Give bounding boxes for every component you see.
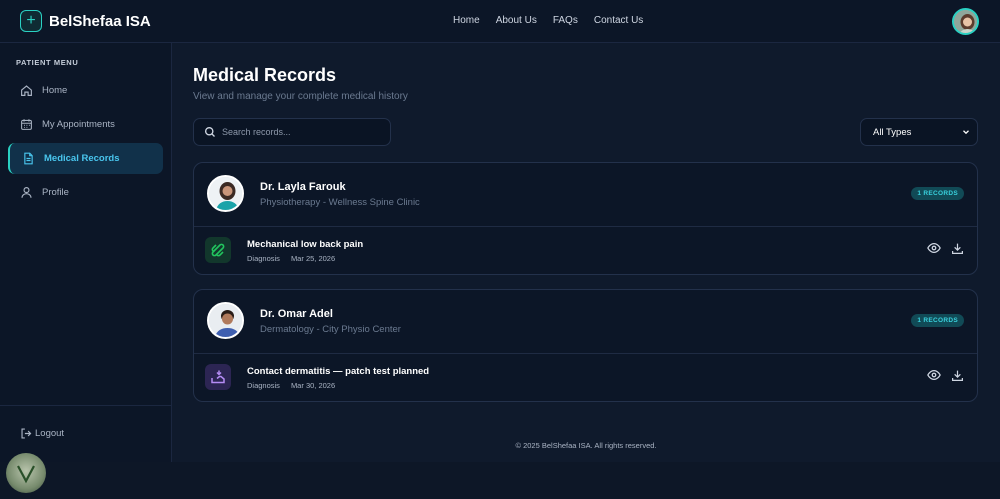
search-box — [193, 118, 391, 146]
record-meta: Diagnosis Mar 30, 2026 — [247, 381, 335, 390]
doctor-record-card: Dr. Omar Adel Dermatology - City Physio … — [193, 289, 978, 402]
page-title: Medical Records — [193, 65, 337, 85]
filter-value: All Types — [873, 126, 912, 138]
nav-home[interactable]: Home — [453, 15, 480, 26]
sidebar-item-medical-records[interactable]: Medical Records — [8, 143, 163, 174]
logout-label: Logout — [35, 428, 65, 439]
sidebar-title: PATIENT MENU — [16, 58, 79, 67]
records-count-badge: 1 RECORDS — [911, 314, 964, 327]
doctor-name: Dr. Layla Farouk — [260, 181, 346, 193]
record-type-filter[interactable]: All Types — [860, 118, 978, 146]
nav-contact-us[interactable]: Contact Us — [594, 15, 643, 26]
logout-button[interactable]: Logout — [20, 427, 64, 440]
sidebar-item-label: Home — [42, 85, 68, 96]
doctor-specialty: Dermatology - City Physio Center — [260, 324, 401, 335]
document-icon — [24, 152, 33, 165]
sidebar: PATIENT MENU Home My Appointments Medica… — [0, 43, 172, 462]
calendar-icon — [21, 119, 32, 130]
record-title[interactable]: Mechanical low back pain — [247, 239, 363, 250]
sidebar-item-profile[interactable]: Profile — [8, 177, 163, 208]
main-nav: Home About Us FAQs Contact Us — [453, 15, 643, 26]
record-date: Mar 25, 2026 — [290, 254, 336, 263]
sidebar-divider — [0, 405, 171, 406]
logout-icon — [21, 428, 32, 439]
doctor-specialty: Physiotherapy - Wellness Spine Clinic — [260, 197, 420, 208]
record-actions — [927, 368, 964, 382]
user-icon — [21, 187, 32, 198]
record-date: Mar 30, 2026 — [290, 381, 336, 390]
eye-icon[interactable] — [927, 241, 941, 255]
record-actions — [927, 241, 964, 255]
record-title[interactable]: Contact dermatitis — patch test planned — [247, 366, 429, 377]
records-count-badge: 1 RECORDS — [911, 187, 964, 200]
brand[interactable]: + BelShefaa ISA — [20, 10, 151, 32]
sidebar-item-home[interactable]: Home — [8, 75, 163, 106]
sidebar-item-label: My Appointments — [42, 119, 115, 130]
doctor-name: Dr. Omar Adel — [260, 308, 333, 320]
record-meta: Diagnosis Mar 25, 2026 — [247, 254, 335, 263]
download-icon[interactable] — [950, 368, 964, 382]
footer-copyright: © 2025 BelShefaa ISA. All rights reserve… — [515, 441, 657, 450]
record-type: Diagnosis — [247, 254, 280, 263]
sidebar-item-label: Medical Records — [44, 153, 120, 164]
chevron-down-icon — [963, 130, 969, 135]
sidebar-item-label: Profile — [42, 187, 69, 198]
doctor-avatar — [207, 302, 244, 339]
sidebar-item-appointments[interactable]: My Appointments — [8, 109, 163, 140]
bottom-strip — [0, 462, 1000, 499]
bandage-icon — [205, 237, 231, 263]
record-type: Diagnosis — [247, 381, 280, 390]
main-content: Medical Records View and manage your com… — [172, 43, 1000, 462]
home-icon — [21, 85, 32, 96]
nav-faqs[interactable]: FAQs — [553, 15, 578, 26]
search-icon — [204, 126, 215, 137]
card-header: Dr. Layla Farouk Physiotherapy - Wellnes… — [194, 163, 977, 227]
download-icon[interactable] — [950, 241, 964, 255]
search-input[interactable] — [222, 127, 382, 137]
watermark-logo — [6, 453, 46, 493]
doctor-record-card: Dr. Layla Farouk Physiotherapy - Wellnes… — [193, 162, 978, 275]
top-navbar: + BelShefaa ISA Home About Us FAQs Conta… — [0, 0, 1000, 43]
eye-icon[interactable] — [927, 368, 941, 382]
nav-about-us[interactable]: About Us — [496, 15, 537, 26]
plus-icon: + — [20, 10, 42, 32]
card-header: Dr. Omar Adel Dermatology - City Physio … — [194, 290, 977, 354]
user-avatar[interactable] — [952, 8, 979, 35]
hand-icon — [205, 364, 231, 390]
doctor-avatar — [207, 175, 244, 212]
page-subtitle: View and manage your complete medical hi… — [193, 91, 408, 102]
brand-name: BelShefaa ISA — [49, 12, 151, 30]
